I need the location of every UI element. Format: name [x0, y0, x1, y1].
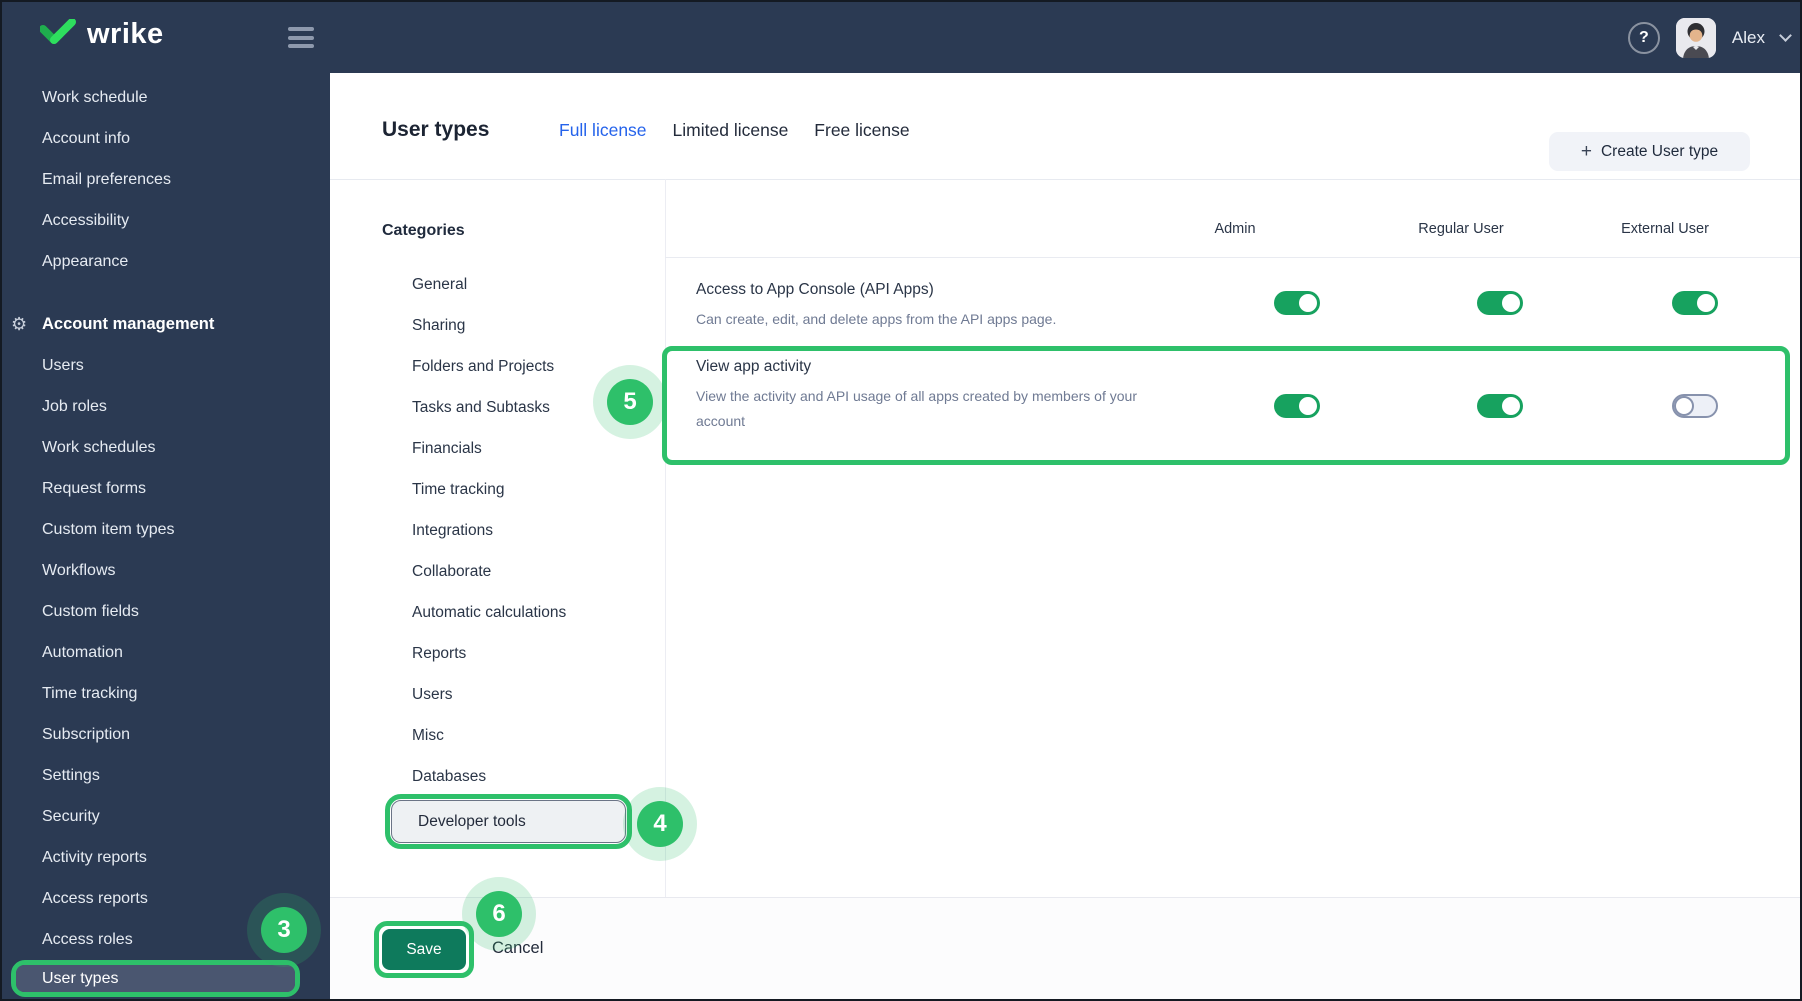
gear-icon: ⚙ [11, 314, 28, 334]
user-menu-name[interactable]: Alex [1732, 28, 1765, 48]
category-sharing[interactable]: Sharing [412, 305, 566, 346]
category-developer-tools-selected[interactable]: Developer tools [391, 800, 626, 843]
sidebar-item-request-forms[interactable]: Request forms [2, 468, 330, 509]
help-icon[interactable]: ? [1627, 21, 1660, 54]
create-user-type-button[interactable]: + Create User type [1549, 132, 1750, 171]
annotation-badge-6: 6 [476, 891, 522, 937]
category-databases[interactable]: Databases [412, 756, 566, 797]
sidebar-item-work-schedules[interactable]: Work schedules [2, 427, 330, 468]
sidebar-item-job-roles[interactable]: Job roles [2, 386, 330, 427]
table-header-divider [665, 257, 1800, 258]
column-header-regular-user: Regular User [1418, 221, 1504, 237]
avatar-image [1675, 17, 1716, 58]
category-tasks-and-subtasks[interactable]: Tasks and Subtasks [412, 387, 566, 428]
wrike-logo-icon [40, 18, 76, 44]
categories-list: General Sharing Folders and Projects Tas… [412, 264, 566, 797]
annotation-badge-3: 3 [261, 907, 307, 953]
sidebar-item-subscription[interactable]: Subscription [2, 714, 330, 755]
sidebar-item-user-types-selected[interactable]: User types [16, 965, 295, 992]
tab-free-license[interactable]: Free license [814, 120, 909, 141]
annotation-box-user-types: User types [11, 960, 300, 997]
category-folders-and-projects[interactable]: Folders and Projects [412, 346, 566, 387]
app-window: wrike ? Alex Work schedule Account info … [0, 0, 1802, 1001]
category-general[interactable]: General [412, 264, 566, 305]
category-time-tracking[interactable]: Time tracking [412, 469, 566, 510]
permission-row-description: Can create, edit, and delete apps from t… [696, 311, 1057, 327]
footer [330, 897, 1800, 999]
logo-text: wrike [87, 18, 164, 50]
annotation-box-view-app-activity [662, 346, 1790, 465]
categories-heading: Categories [382, 222, 465, 239]
category-reports[interactable]: Reports [412, 633, 566, 674]
category-financials[interactable]: Financials [412, 428, 566, 469]
sidebar-item-settings[interactable]: Settings [2, 755, 330, 796]
tab-limited-license[interactable]: Limited license [673, 120, 789, 141]
toggle-external-user-app-console[interactable] [1672, 291, 1718, 315]
avatar[interactable] [1675, 17, 1716, 58]
hamburger-menu-icon[interactable] [288, 27, 314, 48]
sidebar-item-account-info[interactable]: Account info [2, 118, 330, 159]
column-header-admin: Admin [1214, 221, 1256, 237]
category-collaborate[interactable]: Collaborate [412, 551, 566, 592]
page-title: User types [382, 118, 490, 141]
section-label: Account management [42, 315, 215, 333]
sidebar: Work schedule Account info Email prefere… [2, 73, 330, 999]
sidebar-item-email-preferences[interactable]: Email preferences [2, 159, 330, 200]
sidebar-item-activity-reports[interactable]: Activity reports [2, 837, 330, 878]
topbar-right: ? Alex [1627, 2, 1792, 73]
sidebar-nav-account-management: Users Job roles Work schedules Request f… [2, 345, 330, 960]
plus-icon: + [1580, 140, 1592, 162]
category-automatic-calculations[interactable]: Automatic calculations [412, 592, 566, 633]
sidebar-item-users[interactable]: Users [2, 345, 330, 386]
sidebar-item-time-tracking[interactable]: Time tracking [2, 673, 330, 714]
header-divider [330, 179, 1800, 180]
category-users[interactable]: Users [412, 674, 566, 715]
sidebar-item-automation[interactable]: Automation [2, 632, 330, 673]
column-header-external-user: External User [1621, 221, 1709, 237]
toggle-admin-app-console[interactable] [1274, 291, 1320, 315]
annotation-badge-4: 4 [637, 801, 683, 847]
sidebar-nav-top: Work schedule Account info Email prefere… [2, 77, 330, 282]
license-tabs: Full license Limited license Free licens… [559, 120, 910, 141]
category-integrations[interactable]: Integrations [412, 510, 566, 551]
annotation-box-save: Save [374, 921, 474, 978]
sidebar-item-workflows[interactable]: Workflows [2, 550, 330, 591]
category-misc[interactable]: Misc [412, 715, 566, 756]
sidebar-item-custom-item-types[interactable]: Custom item types [2, 509, 330, 550]
sidebar-item-security[interactable]: Security [2, 796, 330, 837]
save-button[interactable]: Save [382, 929, 466, 970]
topbar: wrike ? Alex [2, 2, 1800, 73]
main-content: User types Full license Limited license … [330, 73, 1800, 999]
sidebar-item-appearance[interactable]: Appearance [2, 241, 330, 282]
sidebar-item-work-schedule[interactable]: Work schedule [2, 77, 330, 118]
chevron-down-icon[interactable] [1779, 29, 1792, 42]
wrike-logo: wrike [40, 18, 164, 51]
annotation-box-developer-tools: Developer tools [385, 794, 632, 849]
annotation-badge-5: 5 [607, 379, 653, 425]
toggle-regular-user-app-console[interactable] [1477, 291, 1523, 315]
permission-row-title: Access to App Console (API Apps) [696, 281, 934, 298]
create-user-type-label: Create User type [1600, 142, 1719, 160]
tab-full-license[interactable]: Full license [559, 120, 647, 141]
sidebar-item-accessibility[interactable]: Accessibility [2, 200, 330, 241]
sidebar-section-account-management[interactable]: ⚙ Account management [2, 304, 330, 345]
sidebar-item-custom-fields[interactable]: Custom fields [2, 591, 330, 632]
